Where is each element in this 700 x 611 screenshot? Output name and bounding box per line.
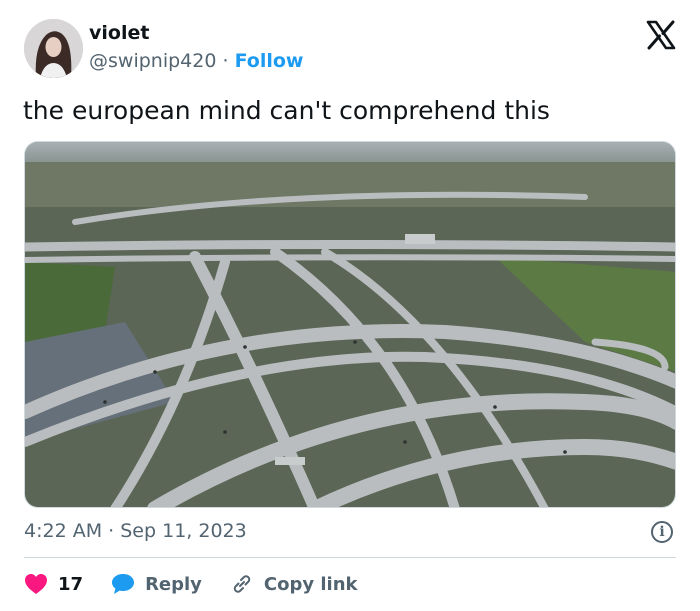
action-bar: 17 Reply Copy link [24, 570, 386, 598]
timestamp-separator: · [108, 520, 115, 542]
like-button[interactable]: 17 [24, 573, 83, 595]
avatar-image [24, 19, 83, 78]
avatar[interactable] [24, 19, 83, 78]
speech-bubble-icon [112, 574, 135, 594]
highway-interchange-image [25, 142, 675, 507]
tweet-photo[interactable] [24, 141, 676, 508]
author-name[interactable]: violet [89, 22, 149, 44]
copy-link-button[interactable]: Copy link [230, 572, 358, 596]
author-handle[interactable]: @swipnip420 [89, 50, 216, 72]
tweet-timestamp[interactable]: 4:22 AM · Sep 11, 2023 [24, 520, 247, 542]
tweet-time: 4:22 AM [24, 520, 103, 542]
separator: · [222, 50, 229, 72]
info-icon[interactable]: i [651, 521, 673, 543]
like-count: 17 [58, 573, 84, 595]
author-meta: @swipnip420 · Follow [89, 50, 303, 72]
divider [24, 557, 676, 558]
copy-link-label: Copy link [263, 573, 358, 595]
follow-button[interactable]: Follow [235, 50, 304, 72]
link-icon [233, 575, 251, 593]
x-logo-icon[interactable] [646, 20, 676, 50]
reply-button[interactable]: Reply [111, 573, 202, 595]
tweet-text: the european mind can't comprehend this [23, 96, 550, 125]
tweet-date: Sep 11, 2023 [120, 520, 247, 542]
heart-icon [25, 574, 47, 594]
tweet-card: violet @swipnip420 · Follow the european… [0, 0, 700, 611]
reply-label: Reply [145, 573, 202, 595]
